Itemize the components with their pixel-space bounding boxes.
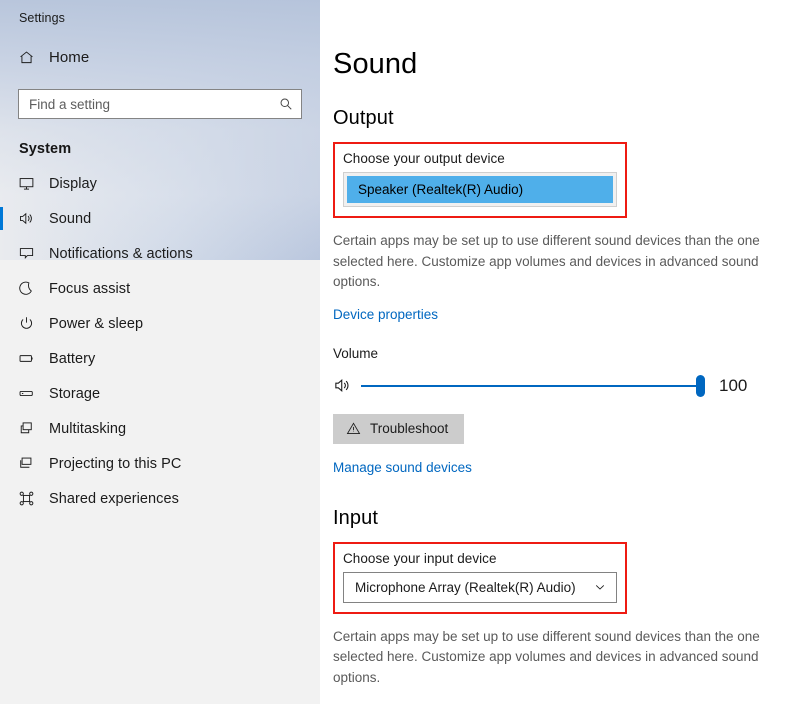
output-device-selected-option[interactable]: Speaker (Realtek(R) Audio): [347, 176, 613, 203]
chat-bubble-icon: [18, 245, 44, 262]
device-properties-link[interactable]: Device properties: [333, 307, 438, 322]
sidebar-item-storage-label: Storage: [49, 385, 101, 402]
sidebar-item-notifications-label: Notifications & actions: [49, 245, 193, 262]
sidebar-item-power-sleep[interactable]: Power & sleep: [0, 306, 320, 341]
main-content: Sound Output Choose your output device S…: [320, 0, 807, 704]
sidebar-item-shared-experiences[interactable]: Shared experiences: [0, 481, 320, 516]
volume-slider[interactable]: [361, 374, 705, 398]
sidebar-item-storage[interactable]: Storage: [0, 376, 320, 411]
sidebar-item-projecting-label: Projecting to this PC: [49, 455, 182, 472]
sidebar-item-shared-experiences-label: Shared experiences: [49, 490, 179, 507]
input-section-heading: Input: [333, 506, 378, 529]
share-icon: [18, 490, 44, 507]
power-icon: [18, 315, 44, 332]
sidebar-nav-list: Display Sound Notifications & actions Fo…: [0, 166, 320, 516]
input-device-selected-value: Microphone Array (Realtek(R) Audio): [355, 579, 576, 595]
sidebar-item-projecting[interactable]: Projecting to this PC: [0, 446, 320, 481]
page-title: Sound: [333, 48, 418, 80]
chevron-down-icon[interactable]: [593, 581, 607, 593]
sidebar-item-battery[interactable]: Battery: [0, 341, 320, 376]
sidebar-item-multitasking[interactable]: Multitasking: [0, 411, 320, 446]
sidebar-section-header: System: [19, 141, 72, 157]
output-section-heading: Output: [333, 107, 394, 129]
volume-slider-track: [361, 384, 701, 387]
sidebar-item-display[interactable]: Display: [0, 166, 320, 201]
projector-icon: [18, 455, 44, 472]
sidebar-item-focus-assist[interactable]: Focus assist: [0, 271, 320, 306]
search-icon[interactable]: [278, 97, 294, 111]
troubleshoot-button-label: Troubleshoot: [370, 421, 449, 436]
manage-sound-devices-link[interactable]: Manage sound devices: [333, 460, 472, 475]
volume-label: Volume: [333, 345, 379, 361]
home-icon: [18, 49, 44, 66]
input-device-dropdown[interactable]: Microphone Array (Realtek(R) Audio): [343, 571, 617, 603]
search-box[interactable]: [18, 89, 302, 119]
window-title: Settings: [19, 11, 65, 25]
sidebar-item-sound[interactable]: Sound: [0, 201, 320, 236]
sidebar: Settings Home Find a setting System Disp…: [0, 0, 320, 704]
volume-slider-row: 100: [333, 374, 807, 398]
windows-stack-icon: [18, 420, 44, 437]
output-device-dropdown[interactable]: Speaker (Realtek(R) Audio): [343, 172, 617, 207]
moon-icon: [18, 280, 44, 297]
storage-icon: [18, 385, 44, 402]
sidebar-item-focus-assist-label: Focus assist: [49, 280, 131, 297]
sidebar-item-battery-label: Battery: [49, 350, 96, 367]
sidebar-item-display-label: Display: [49, 175, 97, 192]
settings-window: Settings Home Find a setting System Disp…: [0, 0, 807, 704]
sidebar-item-multitasking-label: Multitasking: [49, 420, 127, 437]
sidebar-item-home-label: Home: [49, 48, 90, 66]
speaker-icon: [18, 210, 44, 227]
monitor-icon: [18, 175, 44, 192]
volume-value: 100: [719, 375, 748, 395]
sidebar-item-sound-label: Sound: [49, 210, 92, 227]
input-description: Certain apps may be set up to use differ…: [333, 628, 760, 685]
output-description: Certain apps may be set up to use differ…: [333, 233, 760, 289]
volume-slider-thumb[interactable]: [696, 374, 705, 397]
input-device-annotation-box: Choose your input device Microphone Arra…: [333, 541, 627, 614]
troubleshoot-button[interactable]: Troubleshoot: [333, 413, 465, 444]
sidebar-item-power-sleep-label: Power & sleep: [49, 315, 144, 332]
warning-triangle-icon: [346, 421, 361, 436]
output-device-annotation-box: Choose your output device Speaker (Realt…: [333, 142, 627, 218]
output-device-label: Choose your output device: [343, 151, 505, 166]
input-device-label: Choose your input device: [343, 550, 497, 566]
battery-icon: [18, 350, 44, 367]
sidebar-item-notifications[interactable]: Notifications & actions: [0, 236, 320, 271]
search-input[interactable]: [29, 90, 278, 118]
sidebar-item-home[interactable]: Home: [0, 38, 320, 76]
speaker-icon: [333, 376, 361, 395]
